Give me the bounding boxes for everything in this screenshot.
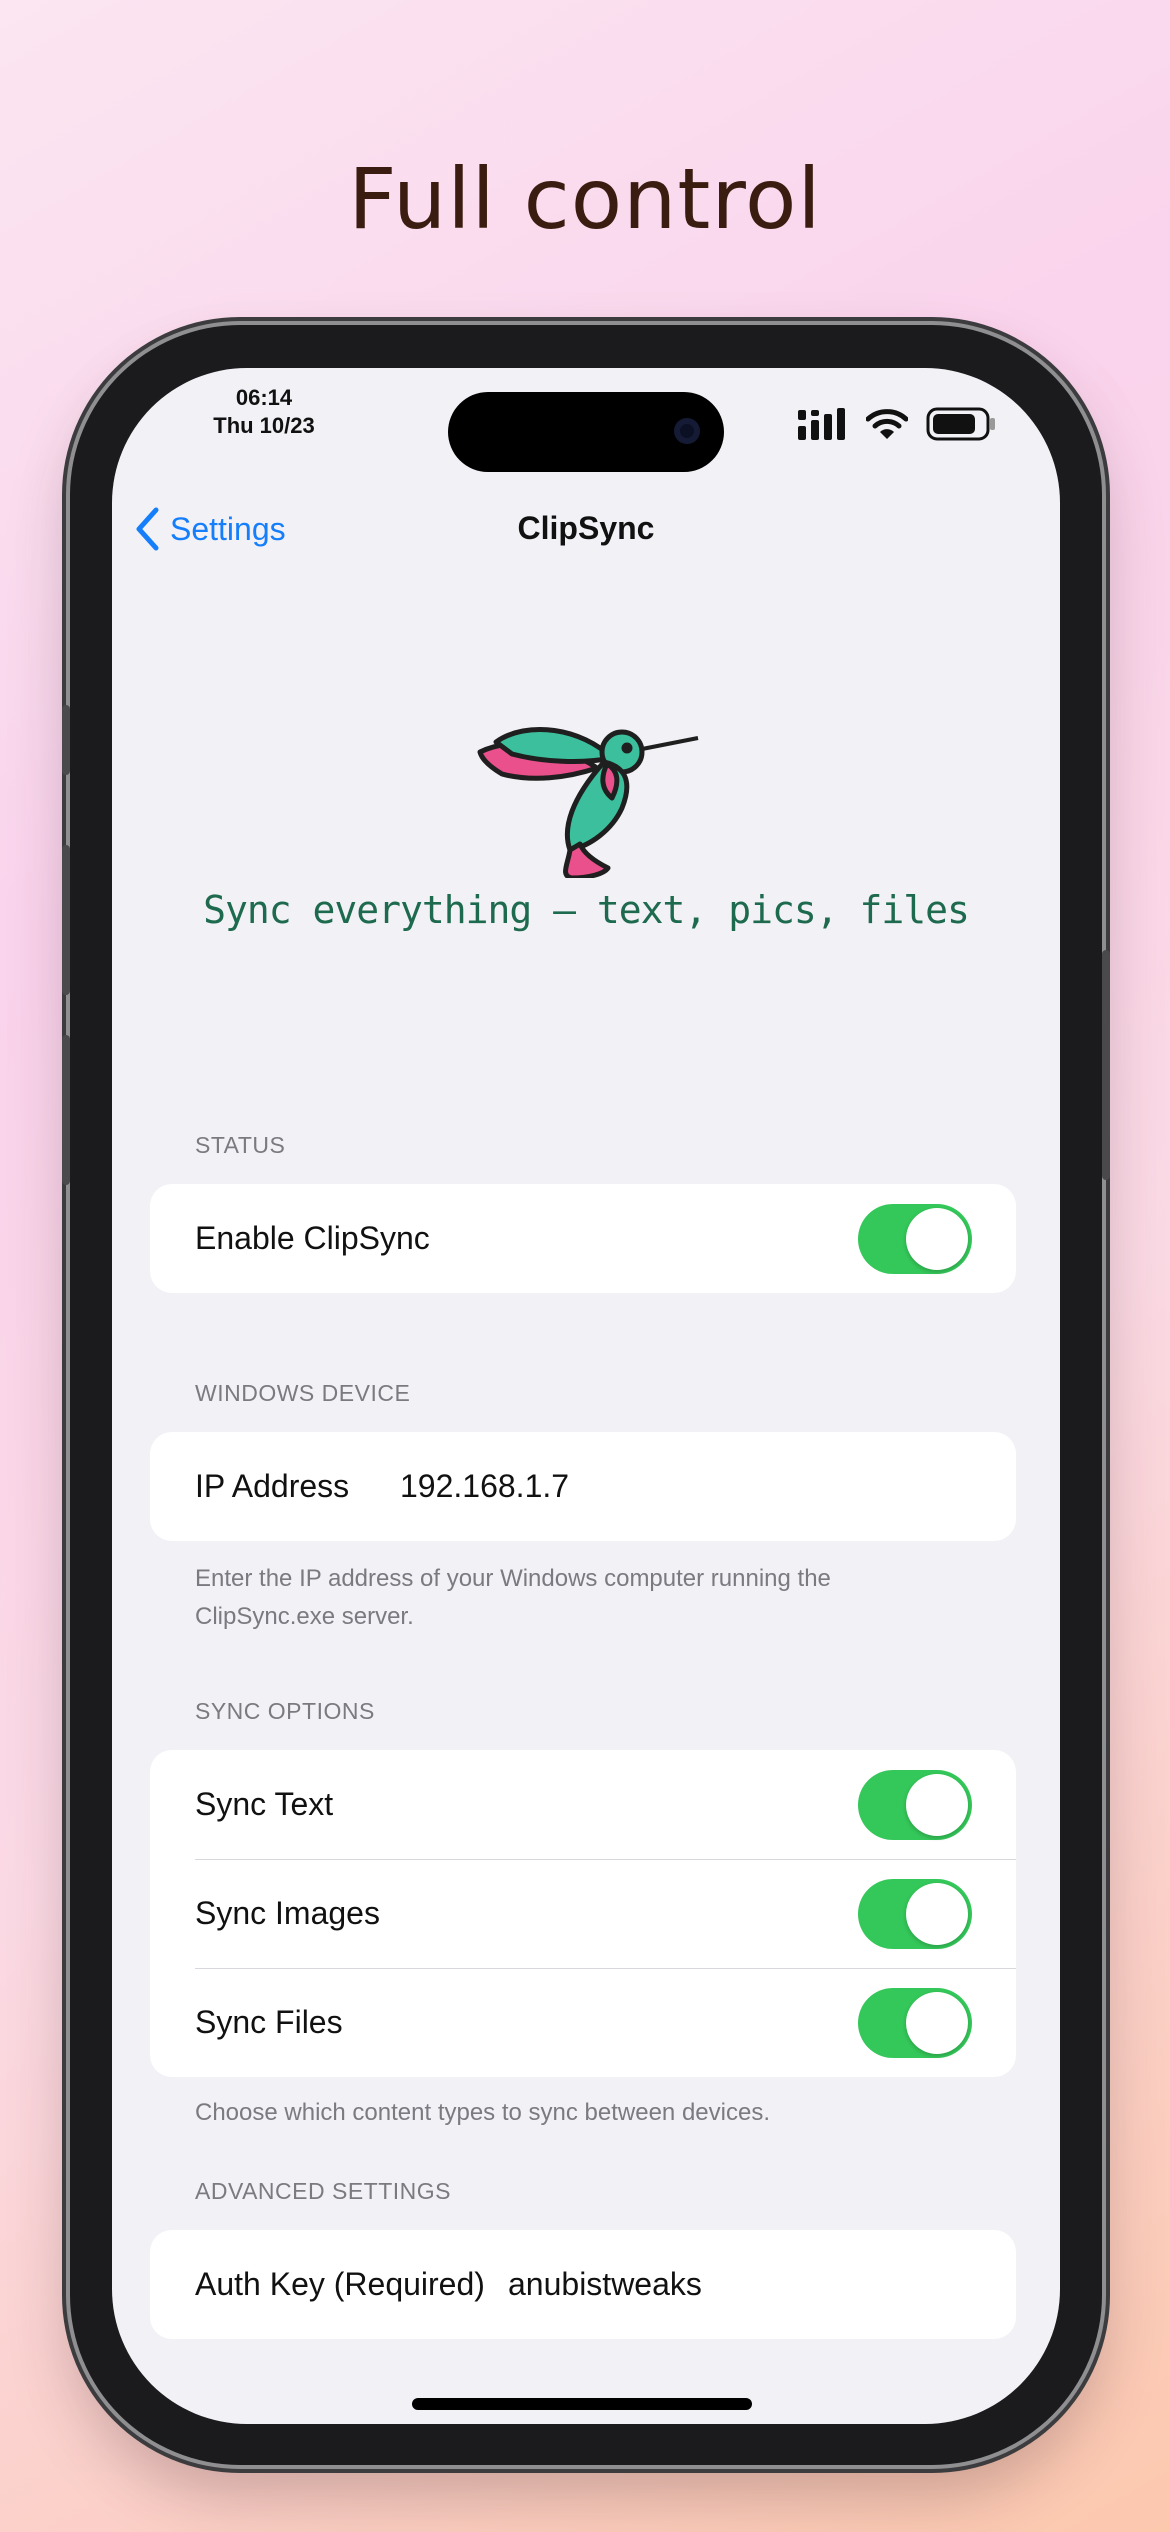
status-card: Enable ClipSync	[150, 1184, 1016, 1293]
battery-icon	[926, 407, 995, 441]
sync-images-label: Sync Images	[195, 1895, 380, 1931]
sync-images-toggle[interactable]	[858, 1879, 972, 1949]
sync-text-label: Sync Text	[195, 1786, 334, 1822]
enable-clipsync-row: Enable ClipSync	[150, 1184, 1016, 1293]
volume-up-button	[62, 845, 70, 995]
section-header-status: STATUS	[195, 1132, 286, 1158]
power-button	[1102, 950, 1110, 1180]
phone-screen: 06:14 Thu 10/23 Settings ClipSync Sync e…	[112, 368, 1060, 2424]
volume-down-button	[62, 1035, 70, 1185]
enable-clipsync-label: Enable ClipSync	[195, 1220, 430, 1256]
auth-key-row: Auth Key (Required) anubistweaks	[150, 2230, 1016, 2339]
auth-key-input[interactable]: anubistweaks	[508, 2266, 702, 2303]
section-header-windows-device: WINDOWS DEVICE	[195, 1380, 411, 1406]
status-icons	[798, 406, 996, 442]
status-date: Thu 10/23	[213, 413, 315, 438]
navigation-bar: Settings ClipSync	[112, 496, 1060, 562]
wifi-icon	[866, 409, 908, 439]
tagline: Sync everything – text, pics, files	[203, 888, 970, 932]
status-bar-clock: 06:14 Thu 10/23	[194, 384, 334, 440]
sync-options-card: Sync Text Sync Images Sync Files	[150, 1750, 1016, 2077]
ip-address-help: Enter the IP address of your Windows com…	[195, 1565, 831, 1630]
page-title: ClipSync	[517, 510, 655, 546]
advanced-settings-card: Auth Key (Required) anubistweaks	[150, 2230, 1016, 2339]
sync-files-label: Sync Files	[195, 2004, 343, 2040]
dynamic-island	[448, 392, 724, 472]
signal-icon	[798, 408, 845, 440]
action-button	[62, 705, 70, 775]
ip-address-label: IP Address	[195, 1468, 350, 1504]
sync-images-row: Sync Images	[150, 1859, 1016, 1968]
windows-device-card: IP Address 192.168.1.7	[150, 1432, 1016, 1541]
toggle-knob	[906, 1208, 968, 1270]
section-header-advanced: ADVANCED SETTINGS	[195, 2178, 451, 2204]
ip-address-input[interactable]: 192.168.1.7	[400, 1468, 569, 1505]
toggle-knob	[906, 1774, 968, 1836]
hummingbird-icon	[477, 727, 699, 878]
promo-headline: Full control	[348, 150, 822, 248]
section-header-sync-options: SYNC OPTIONS	[195, 1698, 375, 1724]
camera-icon	[674, 418, 700, 444]
sync-options-help: Choose which content types to sync betwe…	[195, 2099, 770, 2126]
auth-key-label: Auth Key (Required)	[195, 2266, 485, 2302]
toggle-knob	[906, 1992, 968, 2054]
enable-clipsync-toggle[interactable]	[858, 1204, 972, 1274]
sync-text-toggle[interactable]	[858, 1770, 972, 1840]
home-indicator[interactable]	[412, 2398, 752, 2410]
status-time: 06:14	[235, 385, 293, 410]
toggle-knob	[906, 1883, 968, 1945]
sync-text-row: Sync Text	[150, 1750, 1016, 1859]
ip-address-row: IP Address 192.168.1.7	[150, 1432, 1016, 1541]
sync-files-row: Sync Files	[150, 1968, 1016, 2077]
sync-files-toggle[interactable]	[858, 1988, 972, 2058]
